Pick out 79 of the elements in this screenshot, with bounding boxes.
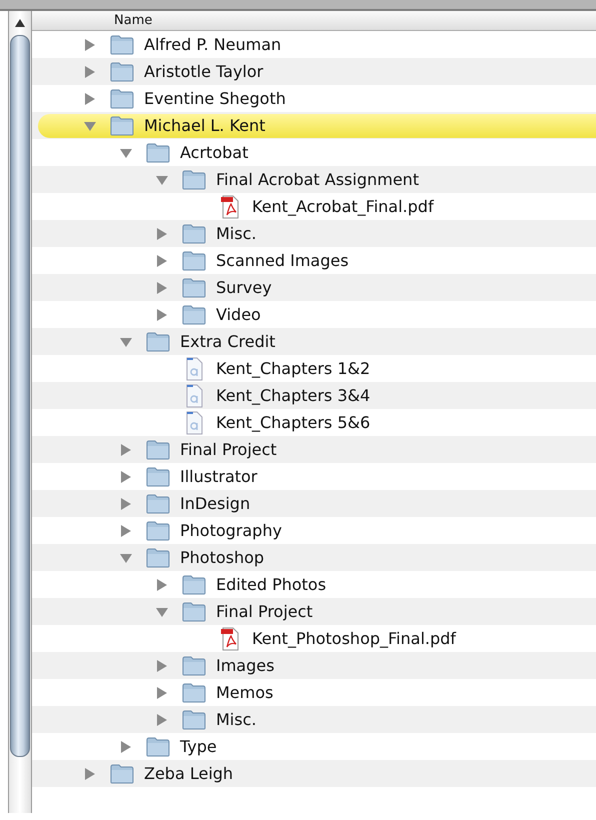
item-name[interactable]: Kent_Photoshop_Final.pdf	[252, 629, 456, 648]
folder-icon	[182, 602, 206, 622]
folder-icon	[110, 764, 134, 784]
disclosure-triangle-down-icon[interactable]	[156, 174, 168, 186]
folder-icon	[182, 710, 206, 730]
folder-icon	[146, 494, 170, 514]
folder-icon	[146, 142, 170, 162]
disclosure-triangle-right-icon[interactable]	[120, 470, 132, 482]
item-name[interactable]: InDesign	[180, 494, 250, 513]
folder-icon	[182, 574, 206, 594]
item-name[interactable]: Michael L. Kent	[144, 116, 266, 135]
folder-icon	[146, 332, 170, 352]
disclosure-triangle-right-icon[interactable]	[84, 38, 96, 50]
item-name[interactable]: Survey	[216, 278, 272, 297]
disclosure-triangle-right-icon[interactable]	[156, 714, 168, 726]
pdf-file-icon	[220, 194, 240, 218]
disclosure-triangle-down-icon[interactable]	[156, 606, 168, 618]
disclosure-triangle-right-icon[interactable]	[156, 254, 168, 266]
item-name[interactable]: Scanned Images	[216, 251, 349, 270]
pdf-file-icon	[220, 626, 240, 650]
disclosure-triangle-right-icon[interactable]	[156, 282, 168, 294]
disclosure-triangle-right-icon[interactable]	[120, 498, 132, 510]
item-name[interactable]: Final Project	[180, 440, 277, 459]
folder-icon	[110, 88, 134, 108]
folder-icon	[182, 304, 206, 324]
folder-icon	[110, 62, 134, 82]
selected-row-highlight[interactable]: Michael L. Kent	[38, 114, 596, 138]
folder-icon	[110, 34, 134, 54]
disclosure-triangle-right-icon[interactable]	[120, 740, 132, 752]
folder-icon	[146, 466, 170, 486]
folder-icon	[182, 250, 206, 270]
item-name[interactable]: Photography	[180, 521, 282, 540]
folder-icon	[182, 224, 206, 244]
disclosure-triangle-right-icon[interactable]	[120, 444, 132, 456]
item-name[interactable]: Zeba Leigh	[144, 764, 234, 783]
item-name[interactable]: Kent_Chapters 5&6	[216, 413, 370, 432]
item-name[interactable]: Photoshop	[180, 548, 264, 567]
item-name[interactable]: Kent_Chapters 3&4	[216, 386, 370, 405]
item-name[interactable]: Images	[216, 656, 274, 675]
item-name[interactable]: Final Project	[216, 602, 313, 621]
folder-icon	[146, 736, 170, 756]
item-name[interactable]: Extra Credit	[180, 332, 276, 351]
folder-icon	[182, 682, 206, 702]
item-name[interactable]: Memos	[216, 683, 274, 702]
item-name[interactable]: Type	[180, 737, 217, 756]
folder-icon	[146, 520, 170, 540]
item-name[interactable]: Kent_Chapters 1&2	[216, 359, 370, 378]
disclosure-triangle-down-icon[interactable]	[120, 552, 132, 564]
disclosure-triangle-right-icon[interactable]	[156, 686, 168, 698]
folder-icon	[146, 440, 170, 460]
disclosure-triangle-down-icon[interactable]	[84, 120, 96, 132]
scroll-up-arrow-icon[interactable]	[15, 19, 25, 27]
item-name[interactable]: Kent_Acrobat_Final.pdf	[252, 197, 434, 216]
column-header[interactable]: Name	[114, 13, 152, 28]
item-name[interactable]: Misc.	[216, 710, 256, 729]
folder-icon	[182, 656, 206, 676]
disclosure-triangle-right-icon[interactable]	[84, 92, 96, 104]
item-name[interactable]: Alfred P. Neuman	[144, 35, 282, 54]
folder-icon	[182, 170, 206, 190]
item-name[interactable]: Illustrator	[180, 467, 258, 486]
disclosure-triangle-down-icon[interactable]	[120, 146, 132, 158]
item-name[interactable]: Edited Photos	[216, 575, 326, 594]
disclosure-triangle-right-icon[interactable]	[84, 66, 96, 78]
item-name[interactable]: Acrtobat	[180, 143, 248, 162]
item-name[interactable]: Misc.	[216, 224, 256, 243]
folder-icon	[146, 548, 170, 568]
disclosure-triangle-down-icon[interactable]	[120, 336, 132, 348]
folder-icon	[182, 278, 206, 298]
disclosure-triangle-right-icon[interactable]	[156, 308, 168, 320]
disclosure-triangle-right-icon[interactable]	[120, 524, 132, 536]
folder-icon	[110, 116, 134, 136]
item-name[interactable]: Video	[216, 305, 261, 324]
disclosure-triangle-right-icon[interactable]	[156, 660, 168, 672]
item-name[interactable]: Aristotle Taylor	[144, 62, 264, 81]
disclosure-triangle-right-icon[interactable]	[84, 768, 96, 780]
disclosure-triangle-right-icon[interactable]	[156, 578, 168, 590]
disclosure-triangle-right-icon[interactable]	[156, 228, 168, 240]
item-name[interactable]: Eventine Shegoth	[144, 89, 286, 108]
scrollbar[interactable]	[8, 11, 32, 813]
